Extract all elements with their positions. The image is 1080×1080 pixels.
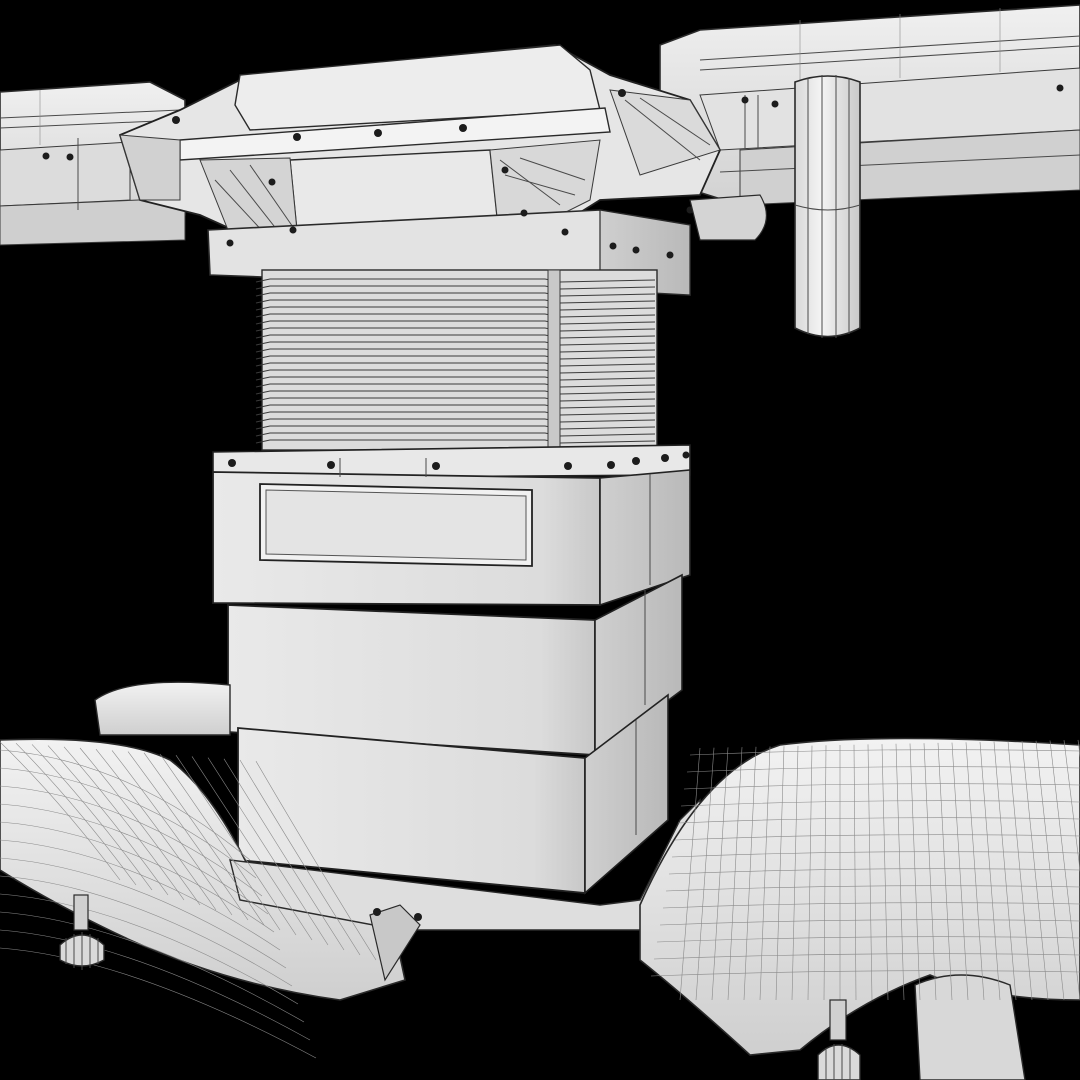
wireframe-render [0,0,1080,1080]
handle-recess [259,483,533,567]
stepped-lower-block [227,573,683,895]
bellows-column [255,269,658,451]
